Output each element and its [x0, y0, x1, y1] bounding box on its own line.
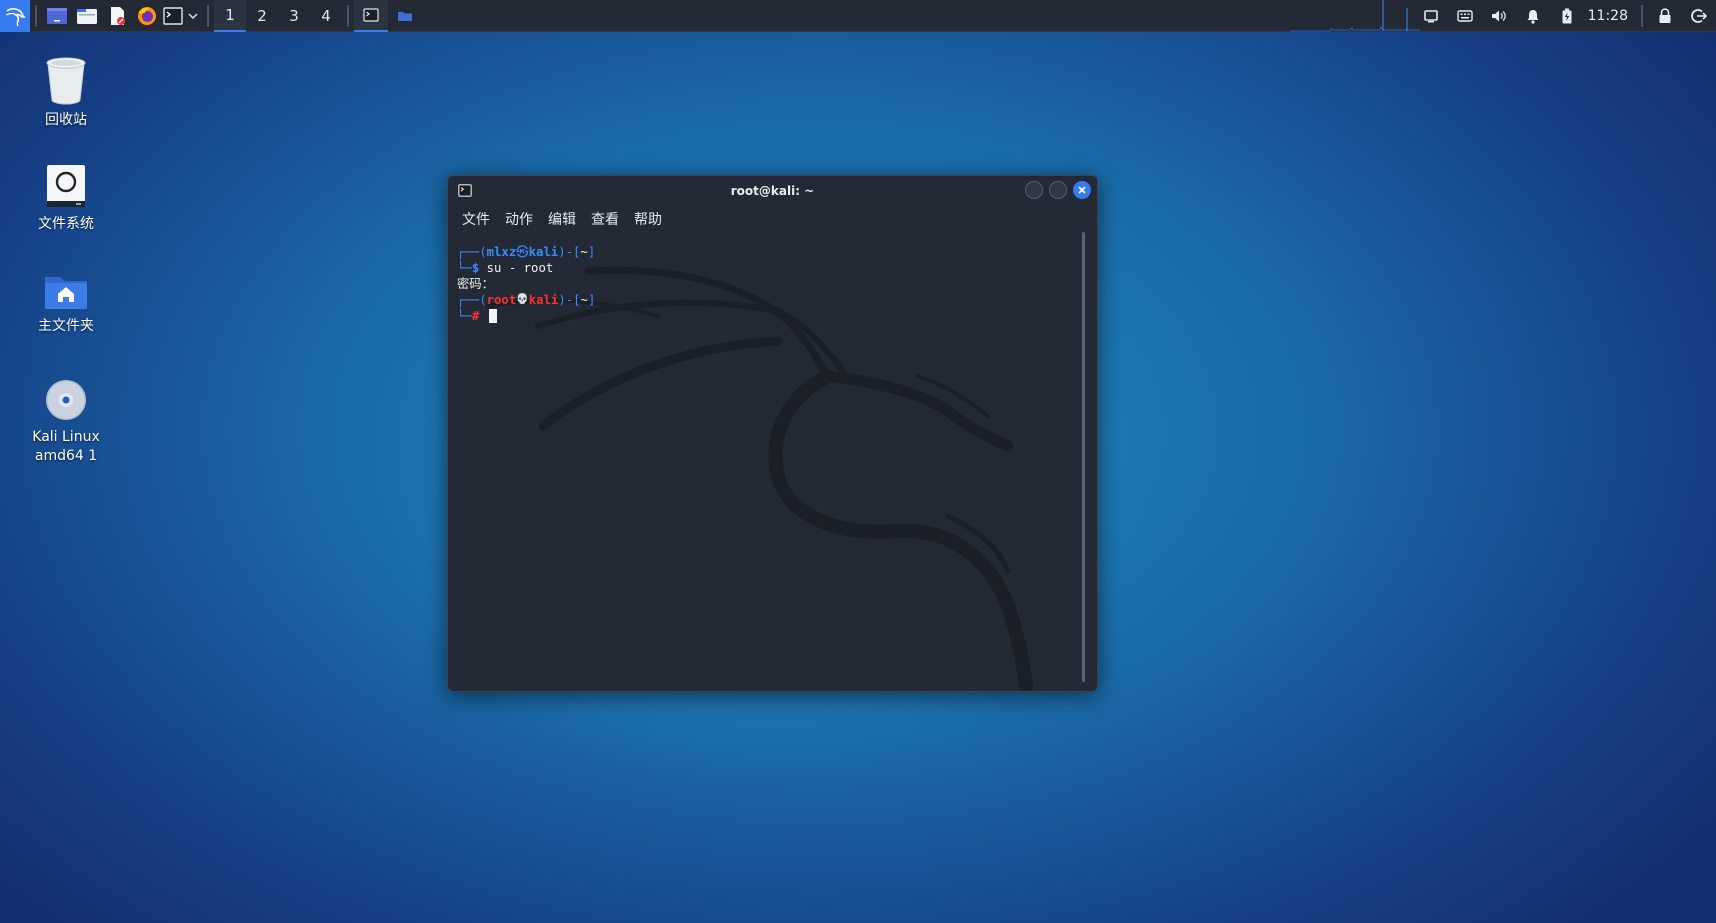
- kali-dragon-icon: [5, 7, 26, 26]
- prompt-corner: └─: [457, 261, 472, 275]
- optical-disc-icon: [46, 380, 86, 420]
- desktop-icon-label: 主文件夹: [38, 318, 94, 334]
- menu-actions[interactable]: 动作: [505, 209, 533, 229]
- terminal-scrollbar[interactable]: [1082, 232, 1085, 682]
- trash-icon: [46, 57, 86, 105]
- menu-view[interactable]: 查看: [591, 209, 619, 229]
- filesystem-icon: [47, 165, 85, 207]
- display-icon: [1423, 10, 1438, 23]
- show-desktop-icon: [47, 7, 67, 24]
- prompt-bracket: )-[: [558, 293, 581, 307]
- command-text: su - root: [486, 261, 554, 275]
- desktop-icon-label: 回收站: [45, 112, 87, 128]
- window-controls: [1025, 181, 1091, 199]
- prompt-symbol: ㉿: [516, 245, 529, 259]
- text-editor-launcher[interactable]: [102, 0, 132, 32]
- taskbar-folder-window[interactable]: [388, 0, 422, 32]
- prompt-skull-icon: 💀: [516, 294, 529, 305]
- prompt-sign: #: [471, 309, 480, 323]
- prompt-bracket: )-[: [558, 245, 581, 259]
- volume-icon: [1491, 10, 1506, 22]
- desktop-icon-label: 文件系统: [38, 216, 94, 232]
- panel-separator: [347, 4, 349, 27]
- kali-menu-button[interactable]: [0, 0, 30, 32]
- home-folder-icon: [45, 277, 87, 309]
- clock[interactable]: 11:28: [1584, 8, 1636, 24]
- close-icon: [1078, 186, 1086, 194]
- prompt-bracket: ┌──(: [457, 245, 487, 259]
- display-button[interactable]: [1414, 0, 1448, 32]
- terminal-output[interactable]: ┌──(mlxz ㉿ kali)-[~] └─ $ su - root 密码： ┌──…: [457, 232, 1077, 682]
- window-title: root@kali: ~: [730, 183, 815, 198]
- minimize-button[interactable]: [1025, 181, 1043, 199]
- chevron-down-icon: [188, 12, 198, 19]
- desktop-icon-kali-disc[interactable]: Kali Linux amd64 1: [16, 378, 116, 466]
- taskbar-terminal-window[interactable]: [354, 0, 388, 32]
- prompt-bracket: ]: [587, 293, 596, 307]
- password-prompt: 密码：: [457, 277, 494, 291]
- battery-button[interactable]: [1550, 0, 1584, 32]
- desktop-icon-label: Kali Linux amd64 1: [32, 429, 100, 464]
- volume-button[interactable]: [1482, 0, 1516, 32]
- logout-icon: [1691, 9, 1707, 23]
- password-line: 密码：: [457, 276, 1077, 292]
- prompt-bracket: ┌──(: [457, 293, 487, 307]
- desktop-icon-filesystem[interactable]: 文件系统: [16, 163, 116, 234]
- prompt-line-user: ┌──(mlxz ㉿ kali)-[~]: [457, 244, 1077, 260]
- file-manager-icon: [77, 8, 97, 24]
- terminal-launcher[interactable]: [162, 0, 184, 32]
- system-tray: 11:28: [1414, 0, 1716, 32]
- prompt-sign: $: [471, 261, 480, 275]
- panel-separator: [1641, 5, 1643, 27]
- desktop-icon-trash[interactable]: 回收站: [16, 55, 116, 130]
- prompt-host: kali: [528, 245, 559, 259]
- logout-button[interactable]: [1682, 0, 1716, 32]
- firefox-launcher[interactable]: [132, 0, 162, 32]
- battery-icon: [1562, 8, 1572, 24]
- notifications-button[interactable]: [1516, 0, 1550, 32]
- panel-separator: [35, 4, 37, 27]
- cpu-graph: [1290, 0, 1420, 32]
- keyboard-layout-button[interactable]: [1448, 0, 1482, 32]
- workspace-4[interactable]: 4: [310, 0, 342, 32]
- input-line[interactable]: └─ #: [457, 308, 1077, 324]
- keyboard-icon: [1456, 10, 1473, 22]
- file-manager-launcher[interactable]: [72, 0, 102, 32]
- prompt-bracket: ]: [587, 245, 596, 259]
- desktop-icon-home-folder[interactable]: 主文件夹: [16, 273, 116, 336]
- firefox-icon: [138, 6, 156, 25]
- terminal-menubar: 文件 动作 编辑 查看 帮助: [462, 209, 662, 229]
- show-desktop-button[interactable]: [42, 0, 72, 32]
- workspace-1[interactable]: 1: [214, 0, 246, 32]
- terminal-window[interactable]: root@kali: ~ 文件 动作 编辑 查看 帮助 ┌──(mlxz ㉿ kal…: [447, 175, 1098, 692]
- prompt-dir: ~: [580, 245, 588, 259]
- close-button[interactable]: [1073, 181, 1091, 199]
- prompt-corner: └─: [457, 309, 472, 323]
- prompt-dir: ~: [580, 293, 588, 307]
- menu-help[interactable]: 帮助: [634, 209, 662, 229]
- top-panel: 1 2 3 4 11:28: [0, 0, 1716, 32]
- lock-icon: [1659, 8, 1671, 23]
- panel-separator: [207, 4, 209, 27]
- notification-bell-icon: [1527, 9, 1539, 24]
- launcher-dropdown[interactable]: [184, 0, 202, 32]
- prompt-user: root: [486, 293, 517, 307]
- workspace-2[interactable]: 2: [246, 0, 278, 32]
- terminal-icon: [363, 7, 379, 22]
- prompt-line-root: ┌──(root 💀 kali)-[~]: [457, 292, 1077, 308]
- prompt-user: mlxz: [486, 245, 517, 259]
- prompt-host: kali: [528, 293, 559, 307]
- text-cursor: [488, 309, 497, 323]
- workspace-3[interactable]: 3: [278, 0, 310, 32]
- maximize-button[interactable]: [1049, 181, 1067, 199]
- lock-screen-button[interactable]: [1648, 0, 1682, 32]
- window-titlebar[interactable]: root@kali: ~: [448, 176, 1097, 205]
- terminal-icon: [458, 184, 472, 197]
- menu-file[interactable]: 文件: [462, 209, 490, 229]
- folder-icon: [398, 11, 412, 21]
- command-line: └─ $ su - root: [457, 260, 1077, 276]
- menu-edit[interactable]: 编辑: [548, 209, 576, 229]
- text-editor-icon: [111, 6, 125, 25]
- terminal-icon: [163, 6, 183, 25]
